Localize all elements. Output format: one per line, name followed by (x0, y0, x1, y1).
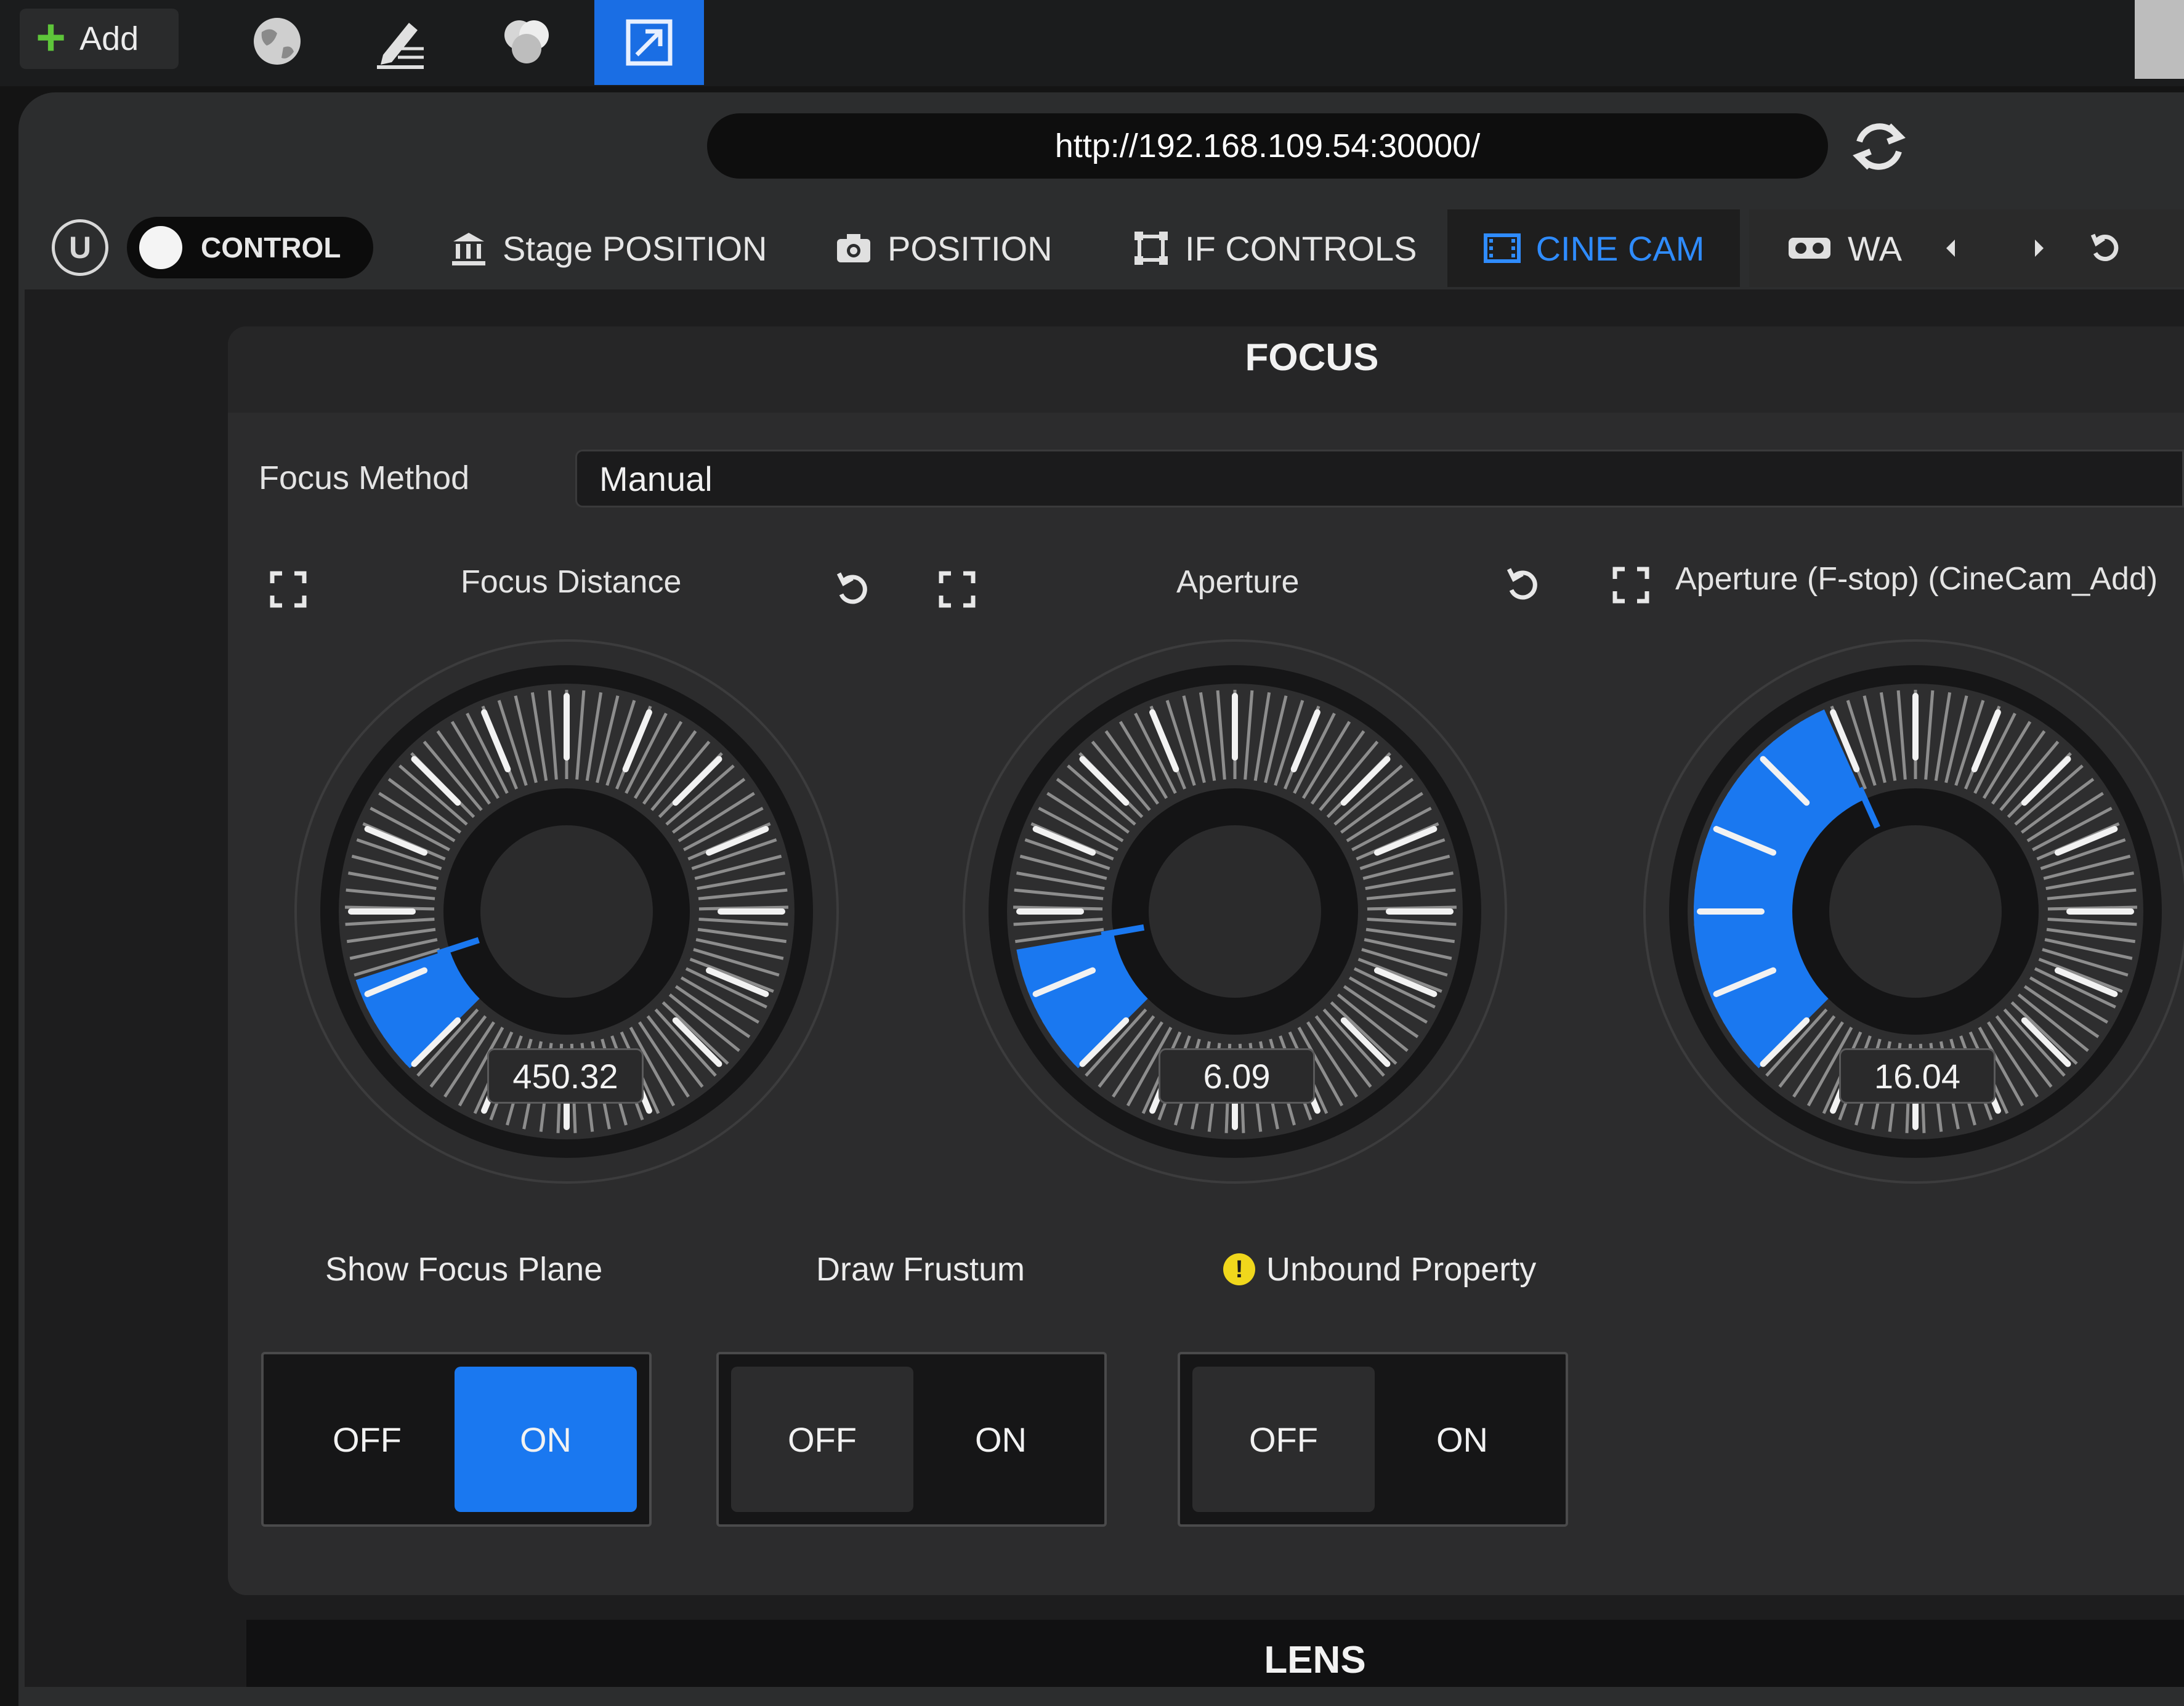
add-button[interactable]: + Add (20, 9, 179, 69)
tab-label: Stage POSITION (503, 228, 767, 268)
dial-value: 450.32 (512, 1056, 618, 1096)
dial-value-field[interactable]: 450.32 (487, 1048, 644, 1104)
toggle-on-button[interactable]: ON (455, 1367, 637, 1512)
warning-icon: ! (1223, 1253, 1255, 1285)
dial-value-field[interactable]: 6.09 (1159, 1048, 1315, 1104)
toggle-on-button[interactable]: ON (910, 1367, 1092, 1512)
toggle-on-button[interactable]: ON (1371, 1367, 1553, 1512)
control-toggle[interactable]: CONTROL (127, 217, 373, 278)
dial-hub (1829, 825, 2002, 998)
toggle-knob (139, 226, 182, 269)
refresh-icon[interactable] (1845, 112, 1914, 181)
tab-wa[interactable]: WA (1749, 209, 2184, 287)
property-label: Draw Frustum (816, 1250, 1025, 1288)
dial-value: 6.09 (1203, 1056, 1271, 1096)
expand-icon[interactable] (269, 570, 308, 609)
unbound-property-toggle: OFF ON (1178, 1352, 1568, 1527)
focus-method-value: Manual (599, 459, 713, 498)
globe-icon[interactable] (243, 7, 311, 75)
reset-icon[interactable] (1503, 565, 1542, 605)
building-icon (452, 233, 485, 265)
property-label-text: Unbound Property (1266, 1251, 1537, 1288)
film-icon (1483, 233, 1521, 263)
dial-hub (480, 825, 653, 998)
dial-title: Focus Distance (461, 564, 682, 600)
tab-label: CINE CAM (1535, 228, 1705, 268)
add-button-label: Add (79, 20, 139, 57)
focus-method-select[interactable]: Manual (575, 450, 2184, 507)
reset-icon[interactable] (833, 570, 872, 609)
frame-icon (1134, 232, 1168, 265)
tab-if-controls[interactable]: IF CONTROLS (1132, 209, 1417, 287)
dial-hub (1149, 825, 1321, 998)
edit-icon[interactable] (366, 7, 434, 75)
property-label: ! Unbound Property (1223, 1250, 1536, 1288)
tab-label: IF CONTROLS (1185, 228, 1417, 268)
undo-icon[interactable] (2088, 231, 2122, 265)
property-label: Show Focus Plane (325, 1250, 602, 1288)
url-text[interactable]: http://192.168.109.54:30000/ (1055, 127, 1481, 165)
chevron-left-icon[interactable] (1941, 236, 1960, 261)
section-title: FOCUS (1245, 336, 1379, 379)
aperture-fstop-dial[interactable] (1632, 628, 2184, 1195)
chevron-right-icon[interactable] (2030, 236, 2049, 261)
tab-label: POSITION (888, 228, 1053, 268)
draw-frustum-toggle: OFF ON (716, 1352, 1107, 1527)
tab-label: WA (1848, 228, 1903, 268)
external-link-icon[interactable] (594, 0, 704, 85)
dial-value: 16.04 (1874, 1056, 1961, 1096)
toggle-off-button[interactable]: OFF (731, 1367, 913, 1512)
toggle-off-button[interactable]: OFF (1192, 1367, 1375, 1512)
plus-icon: + (36, 8, 67, 66)
dial-title: Aperture (1176, 564, 1300, 600)
aperture-dial[interactable] (952, 628, 1518, 1195)
focus-distance-dial[interactable] (283, 628, 850, 1195)
tab-cine-cam[interactable]: CINE CAM (1447, 209, 1740, 287)
url-bar[interactable]: http://192.168.109.54:30000/ (707, 113, 1828, 179)
top-toolbar: + Add (0, 0, 2184, 86)
dial-value-field[interactable]: 16.04 (1839, 1048, 1996, 1104)
dial-title: Aperture (F-stop) (CineCam_Add) (1675, 561, 2158, 597)
side-panel-button[interactable] (2135, 0, 2184, 79)
expand-icon[interactable] (937, 570, 977, 609)
section-title: LENS (1264, 1639, 1366, 1681)
camera-icon (837, 234, 870, 262)
tab-position[interactable]: POSITION (835, 209, 1053, 287)
toggle-off-button[interactable]: OFF (276, 1367, 458, 1512)
unreal-logo-icon: U (52, 219, 108, 276)
color-icon[interactable] (493, 7, 560, 75)
tab-stage-position[interactable]: Stage POSITION (450, 209, 767, 287)
control-label: CONTROL (201, 232, 341, 264)
expand-icon[interactable] (1611, 565, 1651, 605)
vr-headset-icon (1789, 238, 1830, 259)
show-focus-plane-toggle: OFF ON (261, 1352, 652, 1527)
focus-method-label: Focus Method (259, 459, 470, 496)
property-label-text: Draw Frustum (816, 1251, 1025, 1288)
property-label-text: Show Focus Plane (325, 1251, 603, 1288)
